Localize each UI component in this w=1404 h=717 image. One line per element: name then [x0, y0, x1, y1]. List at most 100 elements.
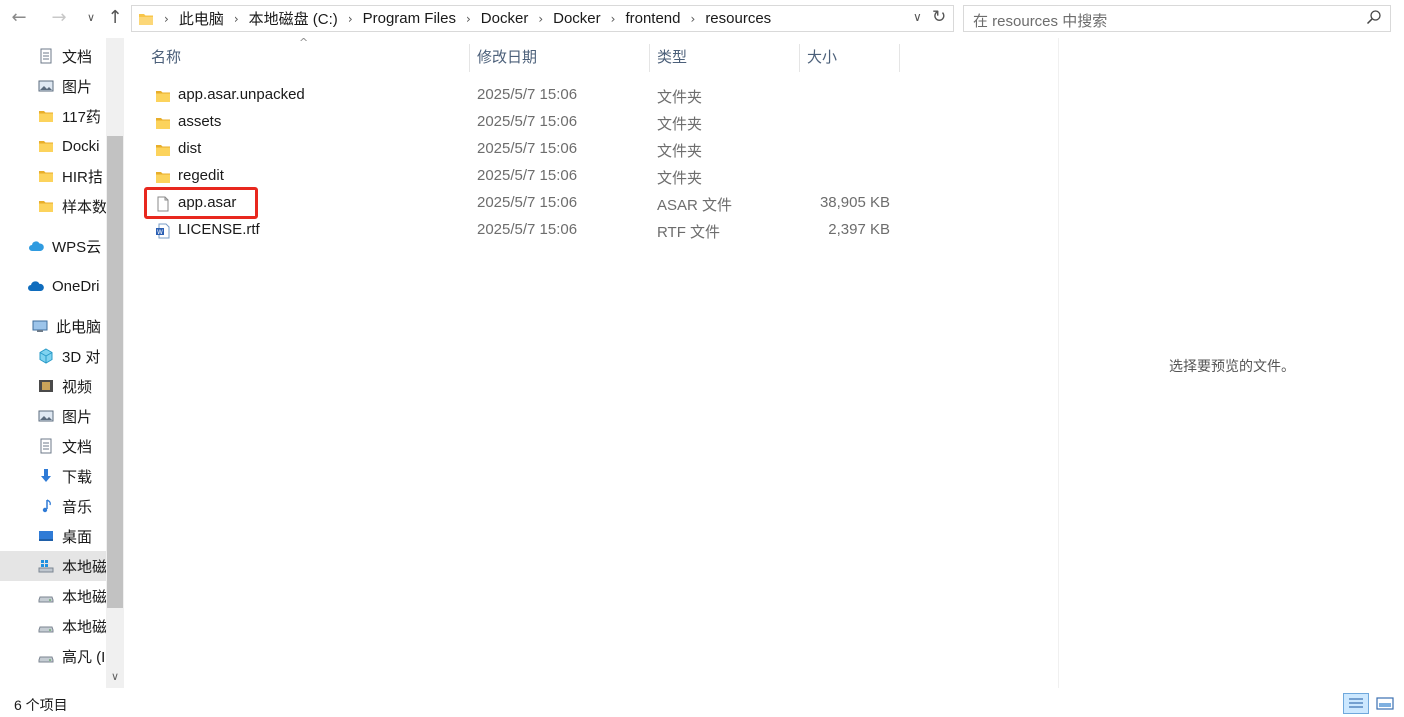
sidebar-item[interactable]: 本地磁 [0, 581, 106, 611]
breadcrumb-separator-icon[interactable]: › [605, 12, 622, 26]
file-row[interactable]: assets 2025/5/7 15:06 文件夹 [145, 109, 900, 136]
file-name[interactable]: regedit [178, 167, 224, 184]
column-header-date[interactable]: 修改日期 [477, 44, 537, 72]
drive-icon [38, 656, 54, 663]
sidebar-item[interactable]: 桌面 [0, 521, 106, 551]
sidebar-item[interactable]: 3D 对 [0, 341, 106, 371]
file-name[interactable]: LICENSE.rtf [178, 221, 260, 238]
breadcrumb-separator-icon[interactable]: › [228, 12, 245, 26]
large-icons-view-button[interactable] [1372, 693, 1398, 714]
details-view-button[interactable] [1343, 693, 1369, 714]
file-name[interactable]: app.asar.unpacked [178, 86, 305, 103]
search-icon[interactable] [1366, 9, 1382, 25]
address-bar[interactable]: › 此电脑 › 本地磁盘 (C:) › Program Files › Dock… [131, 5, 954, 32]
sidebar-item[interactable]: 此电脑 [0, 311, 106, 341]
file-row[interactable]: app.asar.unpacked 2025/5/7 15:06 文件夹 [145, 82, 900, 109]
drive-icon [38, 596, 54, 603]
file-row[interactable]: dist 2025/5/7 15:06 文件夹 [145, 136, 900, 163]
recent-locations-chevron-icon[interactable]: ∨ [80, 6, 102, 30]
refresh-icon[interactable]: ↻ [932, 7, 946, 27]
annotation-highlight-box [144, 187, 258, 219]
sidebar-item[interactable]: 本地磁 [0, 611, 106, 641]
column-divider[interactable] [649, 44, 650, 72]
file-name[interactable]: dist [178, 140, 201, 157]
column-divider[interactable] [469, 44, 470, 72]
video-icon [39, 380, 53, 392]
file-type: 文件夹 [657, 143, 703, 160]
sidebar-item[interactable]: 文档 [0, 431, 106, 461]
file-row[interactable]: app.asar 2025/5/7 15:06 ASAR 文件 38,905 KB [145, 190, 900, 217]
breadcrumb-docker[interactable]: Docker [477, 10, 533, 27]
sidebar-scrollbar[interactable]: ∨ [106, 38, 124, 688]
folder-icon [39, 201, 53, 212]
sidebar-item[interactable]: 高凡 (I [0, 641, 106, 671]
sidebar-item[interactable]: 图片 [0, 401, 106, 431]
word-document-icon: W [156, 223, 170, 239]
address-dropdown-chevron-icon[interactable]: ∨ [913, 10, 922, 24]
cloud-icon [29, 241, 44, 251]
file-size: 2,397 KB [828, 221, 890, 238]
breadcrumb-separator-icon[interactable]: › [460, 12, 477, 26]
sidebar-item[interactable]: HIR拮 [0, 161, 106, 191]
windows-drive-icon [38, 560, 54, 573]
folder-icon [39, 171, 53, 182]
file-modified-date: 2025/5/7 15:06 [477, 167, 578, 184]
search-box[interactable]: 在 resources 中搜索 [963, 5, 1391, 32]
column-header-size[interactable]: 大小 [807, 44, 837, 72]
sidebar-item[interactable]: OneDri [0, 271, 106, 301]
breadcrumb-separator-icon: › [164, 11, 169, 26]
breadcrumb-program-files[interactable]: Program Files [359, 10, 460, 27]
file-name[interactable]: assets [178, 113, 221, 130]
sidebar-item-label: Docki [62, 137, 100, 155]
sidebar-item-label: 3D 对 [62, 348, 101, 366]
scrollbar-thumb[interactable] [107, 136, 123, 608]
sidebar-item-label: 本地磁 [62, 558, 106, 576]
music-icon [42, 499, 51, 513]
sidebar-item[interactable]: 本地磁 [0, 551, 106, 581]
file-type: RTF 文件 [657, 224, 721, 241]
preview-message: 选择要预览的文件。 [1169, 358, 1295, 374]
breadcrumb-separator-icon[interactable]: › [342, 12, 359, 26]
computer-icon [32, 320, 48, 332]
picture-icon [38, 410, 54, 422]
breadcrumb-resources[interactable]: resources [701, 10, 775, 27]
file-modified-date: 2025/5/7 15:06 [477, 221, 578, 238]
file-row[interactable]: W LICENSE.rtf 2025/5/7 15:06 RTF 文件 2,397 KB [145, 217, 900, 244]
column-header-name[interactable]: 名称 [151, 44, 181, 72]
sidebar-item[interactable]: WPS云 [0, 231, 106, 261]
sidebar-item[interactable]: 下载 [0, 461, 106, 491]
column-divider[interactable] [899, 44, 900, 72]
sidebar-item-label: 此电脑 [56, 318, 102, 336]
sidebar-item[interactable]: 文档 [0, 41, 106, 71]
file-type: 文件夹 [657, 170, 703, 187]
sidebar-item[interactable]: 视频 [0, 371, 106, 401]
breadcrumb-local-disk-c[interactable]: 本地磁盘 (C:) [245, 8, 342, 29]
sidebar-item[interactable]: 音乐 [0, 491, 106, 521]
file-size: 38,905 KB [819, 194, 890, 211]
sidebar-item-label: 图片 [62, 408, 93, 426]
forward-arrow-icon[interactable]: → [48, 6, 70, 30]
sidebar-item[interactable]: 117药 [0, 101, 106, 131]
sidebar-item[interactable]: 样本数 [0, 191, 106, 221]
file-type: 文件夹 [657, 116, 703, 133]
sidebar-item-label: 本地磁 [62, 618, 106, 636]
breadcrumb-frontend[interactable]: frontend [621, 10, 684, 27]
column-header-type[interactable]: 类型 [657, 44, 687, 72]
scroll-down-arrow-icon[interactable]: ∨ [106, 670, 124, 686]
search-placeholder[interactable]: 在 resources 中搜索 [973, 10, 1107, 31]
breadcrumb-docker-sub[interactable]: Docker [549, 10, 605, 27]
back-arrow-icon[interactable]: ← [8, 6, 30, 30]
sidebar-item-label: 图片 [62, 78, 93, 96]
sidebar-item-label: 音乐 [62, 498, 93, 516]
breadcrumb: › 此电脑 › 本地磁盘 (C:) › Program Files › Dock… [136, 6, 775, 31]
file-row[interactable]: regedit 2025/5/7 15:06 文件夹 [145, 163, 900, 190]
file-modified-date: 2025/5/7 15:06 [477, 113, 578, 130]
column-divider[interactable] [799, 44, 800, 72]
breadcrumb-separator-icon[interactable]: › [532, 12, 549, 26]
breadcrumb-this-pc[interactable]: 此电脑 [175, 8, 228, 29]
file-type: ASAR 文件 [657, 197, 733, 214]
breadcrumb-separator-icon[interactable]: › [685, 12, 702, 26]
sidebar-item[interactable]: 图片 [0, 71, 106, 101]
sidebar-item[interactable]: Docki [0, 131, 106, 161]
up-arrow-icon[interactable]: ↑ [104, 6, 126, 30]
